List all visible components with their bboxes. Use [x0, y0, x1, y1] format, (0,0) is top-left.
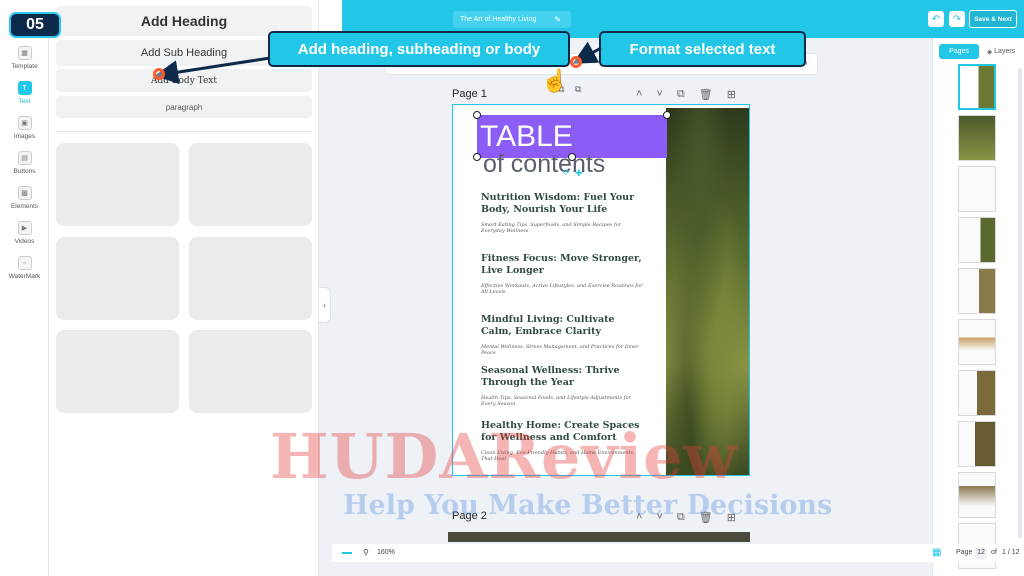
annotation-arrows [154, 41, 602, 85]
arrow-to-format-toolbar [572, 41, 602, 64]
annotation-marker [570, 56, 582, 68]
arrow-to-text-options [154, 56, 271, 85]
hand-cursor-icon: ☝ [541, 68, 569, 93]
annotation-marker [153, 68, 165, 80]
